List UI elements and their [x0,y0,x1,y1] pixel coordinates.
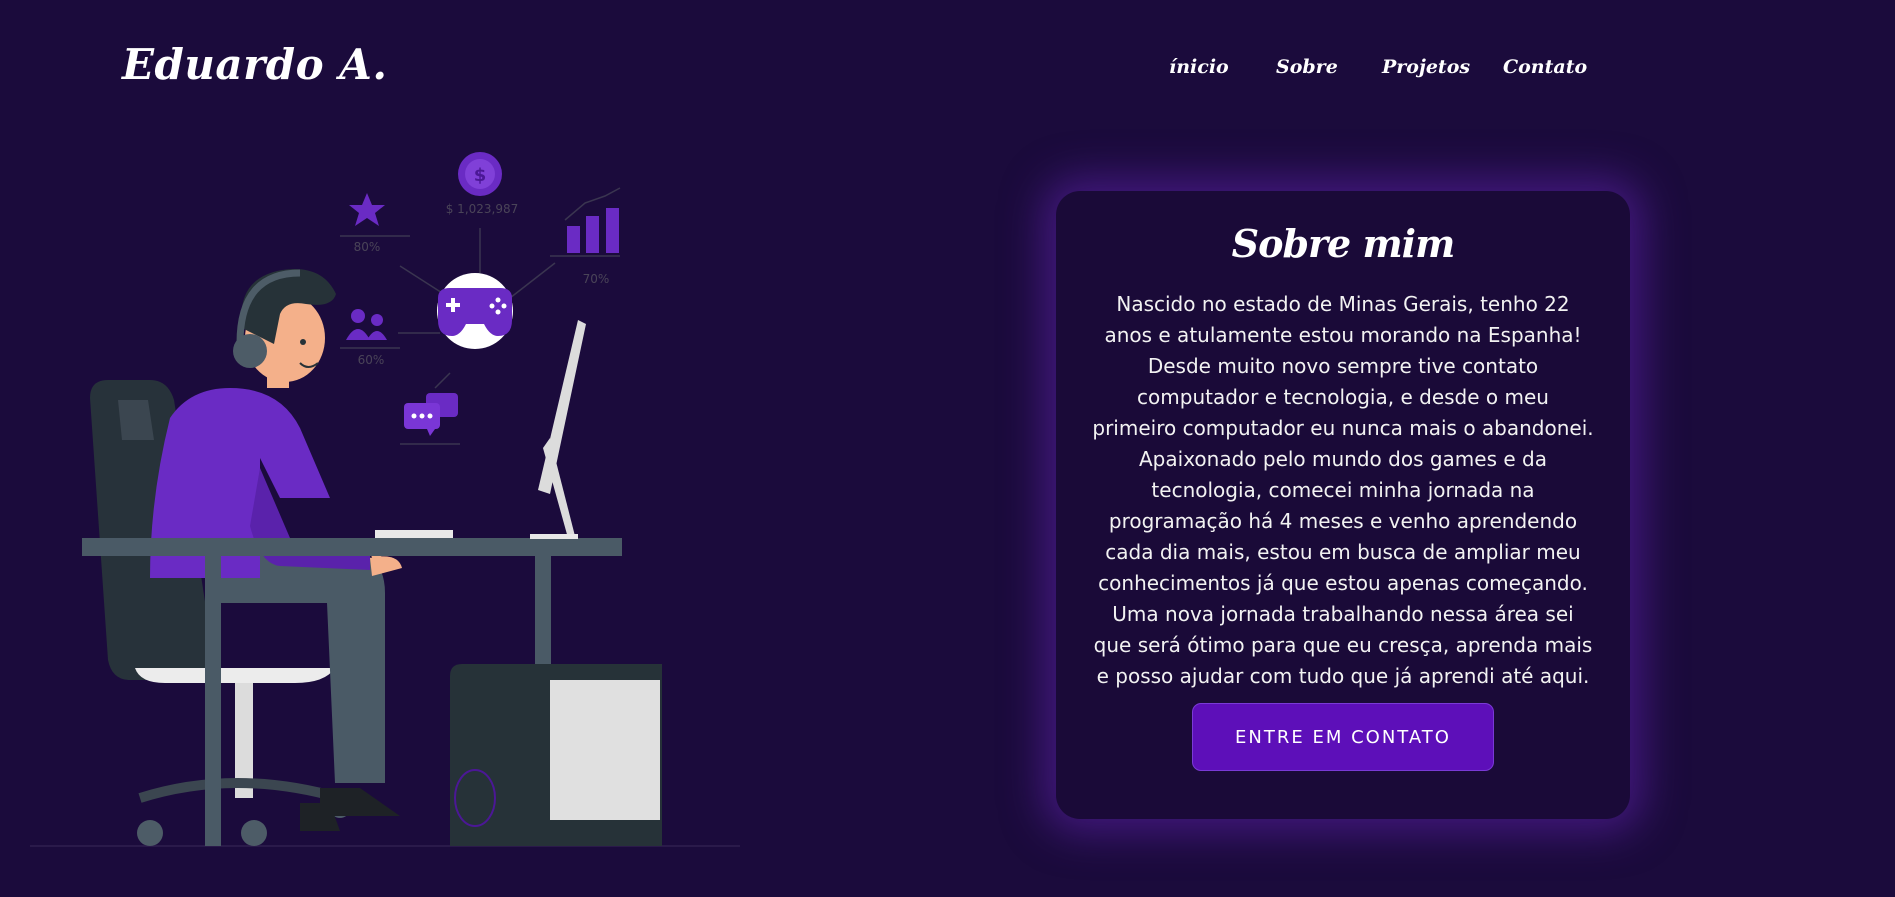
about-card: Sobre mim Nascido no estado de Minas Ger… [1056,191,1630,819]
contact-button[interactable]: ENTRE EM CONTATO [1192,703,1494,771]
chart-label: 70% [583,272,610,286]
computer-tower [450,664,662,846]
about-text: Nascido no estado de Minas Gerais, tenho… [1092,292,1594,688]
site-logo[interactable]: Eduardo A. [122,40,387,89]
chat-bubbles-icon [404,393,458,436]
money-label: $ 1,023,987 [446,202,519,216]
nav-link-inicio[interactable]: ínicio [1169,56,1229,78]
svg-text:$: $ [474,165,487,186]
gamer-at-desk-illustration: $ $ 1,023,987 80% 70% 60% [30,152,740,847]
about-title: Sobre mim [1231,221,1456,266]
dollar-coin-icon: $ [458,152,502,196]
star-icon [349,193,385,226]
nav-link-contato[interactable]: Contato [1503,56,1587,78]
star-label: 80% [354,240,381,254]
gamepad-icon [437,273,513,349]
bar-chart-icon [564,187,621,253]
people-icon [346,309,387,340]
monitor [530,320,586,539]
nav-link-sobre[interactable]: Sobre [1276,56,1338,78]
people-label: 60% [358,353,385,367]
nav-link-projetos[interactable]: Projetos [1382,56,1470,78]
